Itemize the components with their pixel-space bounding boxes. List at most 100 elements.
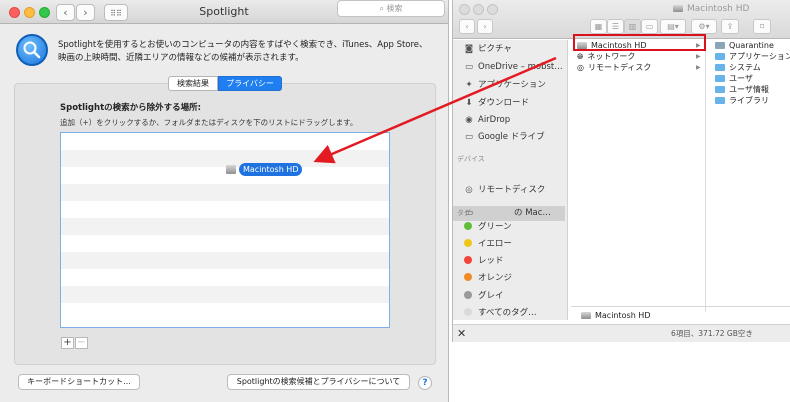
close-icon[interactable]: ✕ — [457, 325, 466, 343]
download-icon: ⬇ — [465, 98, 473, 108]
list-stripe — [61, 286, 389, 303]
highlight-box — [573, 34, 706, 51]
sidebar-item-label: ダウンロード — [478, 98, 530, 108]
excluded-locations-list[interactable]: Macintosh HD — [60, 132, 390, 328]
tags-button[interactable]: ⌑ — [753, 19, 771, 34]
sidebar-item-google-drive[interactable]: ▭ Google ドライブ — [464, 130, 545, 145]
sidebar-item-label: リモートディスク — [478, 185, 546, 195]
disc-icon: ◎ — [577, 63, 584, 72]
back-button[interactable]: ‹ — [459, 19, 475, 34]
applications-icon: ✦ — [465, 80, 473, 90]
sidebar-item-label: すべてのタグ… — [478, 308, 537, 318]
tag-color-dot — [464, 256, 472, 264]
sidebar-item-remote-disc[interactable]: ◎ リモートディスク — [464, 183, 545, 198]
status-text: 6項目、371.72 GB空き — [671, 329, 753, 338]
column-item-label: Quarantine — [729, 41, 774, 50]
column-view-icon: ▥ — [628, 22, 637, 31]
tab-search-results[interactable]: 検索結果 — [168, 76, 218, 91]
sidebar-item-label: Google ドライブ — [478, 132, 545, 142]
search-field[interactable]: ⌕ 検索 — [337, 0, 445, 17]
sidebar-item-label: の Mac… — [514, 208, 551, 218]
finder-column-root: Macintosh HD ▶ 🌐︎ ネットワーク ▶ ◎ リモートディスク ▶ — [569, 40, 706, 312]
tab-privacy[interactable]: プライバシー — [218, 76, 282, 91]
sidebar-item-label: イエロー — [478, 239, 512, 249]
sidebar-item-label: ピクチャ — [478, 44, 512, 54]
keyboard-shortcuts-button[interactable]: キーボードショートカット... — [18, 374, 140, 390]
share-button[interactable]: ⇪ — [721, 19, 739, 34]
list-view-button[interactable]: ☰ — [607, 19, 624, 34]
finder-title-label: Macintosh HD — [687, 4, 750, 14]
forward-button[interactable]: › — [477, 19, 493, 34]
sidebar-all-tags[interactable]: すべてのタグ… — [464, 306, 537, 321]
share-icon: ⇪ — [726, 22, 734, 31]
folder-icon — [715, 53, 725, 60]
close-button[interactable] — [459, 4, 470, 15]
tag-icon: ⌑ — [759, 22, 765, 31]
camera-icon: ◙ — [464, 44, 474, 54]
minimize-button[interactable] — [473, 4, 484, 15]
sidebar-item-onedrive[interactable]: ▭ OneDrive – mobst… — [464, 60, 563, 75]
finder-column-contents: Quarantine アプリケーション システム ユーザ ユーザ情報 ライブラリ — [707, 40, 790, 312]
disc-icon: ◎ — [465, 185, 473, 195]
list-stripe — [61, 150, 389, 167]
group-button[interactable]: ▤▾ — [660, 19, 686, 34]
icon-view-button[interactable]: ▦ — [590, 19, 607, 34]
hard-disk-icon — [673, 5, 683, 12]
column-item-label: ネットワーク — [587, 52, 636, 61]
icon-view-icon: ▦ — [594, 22, 603, 31]
path-bar-label[interactable]: Macintosh HD — [595, 311, 650, 320]
tags-heading: タグ — [457, 209, 471, 217]
spotlight-description: Spotlightを使用するとお使いのコンピュータの内容をすばやく検索でき、iT… — [58, 40, 428, 63]
finder-window: Macintosh HD ‹ › ▦ ☰ ▥ ▭ ▤▾ ⚙▾ ⇪ ⌑ ◙ ピクチャ… — [452, 0, 790, 342]
chevron-right-icon: › — [483, 22, 487, 31]
spotlight-titlebar: ‹ › ⠿⠿ Spotlight ⌕ 検索 — [0, 0, 448, 24]
folder-icon — [715, 97, 725, 104]
sidebar-item-label: レッド — [478, 256, 504, 266]
finder-sidebar: ◙ ピクチャ ▭ OneDrive – mobst… ✦ アプリケーション ⬇ ダウンロ… — [453, 40, 568, 320]
sidebar-item-applications[interactable]: ✦ アプリケーション — [464, 78, 545, 93]
sidebar-tag-yellow[interactable]: イエロー — [464, 237, 512, 252]
globe-icon: 🌐︎ — [577, 52, 584, 61]
sidebar-tag-red[interactable]: レッド — [464, 254, 504, 269]
column-item-remote-disc[interactable]: ◎ リモートディスク — [577, 62, 651, 74]
sidebar-tag-green[interactable]: グリーン — [464, 220, 512, 235]
add-button[interactable]: + — [61, 337, 74, 349]
action-button[interactable]: ⚙▾ — [691, 19, 717, 34]
column-item-library[interactable]: ライブラリ — [715, 95, 769, 107]
tag-color-dot — [464, 308, 472, 316]
folder-icon — [715, 42, 725, 49]
column-item-label: ユーザ — [729, 74, 753, 83]
spotlight-window: ‹ › ⠿⠿ Spotlight ⌕ 検索 Spotlightを使用するとお使い… — [0, 0, 449, 402]
sidebar-item-label: オレンジ — [478, 273, 513, 283]
remove-button[interactable]: − — [75, 337, 88, 349]
gear-icon: ⚙▾ — [698, 22, 710, 31]
finder-title: Macintosh HD — [673, 4, 749, 14]
sidebar-item-airdrop[interactable]: ◉ AirDrop — [464, 113, 510, 128]
help-button[interactable]: ? — [418, 376, 432, 390]
gallery-view-button[interactable]: ▭ — [641, 19, 658, 34]
sidebar-item-label: AirDrop — [478, 115, 511, 125]
sidebar-tag-orange[interactable]: オレンジ — [464, 271, 512, 286]
path-bar: Macintosh HD — [571, 306, 790, 324]
spotlight-icon — [16, 34, 48, 66]
status-bar: ✕ 6項目、371.72 GB空き — [453, 324, 790, 342]
airdrop-icon: ◉ — [465, 115, 473, 125]
sidebar-item-downloads[interactable]: ⬇ ダウンロード — [464, 96, 529, 111]
sidebar-item-pictures[interactable]: ◙ ピクチャ — [464, 42, 512, 57]
search-placeholder: 検索 — [386, 4, 403, 13]
zoom-button[interactable] — [487, 4, 498, 15]
tag-color-dot — [464, 291, 472, 299]
folder-icon — [715, 86, 725, 93]
search-icon: ⌕ — [379, 4, 384, 13]
sidebar-tag-gray[interactable]: グレイ — [464, 289, 504, 304]
sidebar-item-label: グレイ — [478, 291, 504, 301]
sidebar-item-mac[interactable]: ▭ の Mac… — [464, 206, 551, 221]
about-spotlight-privacy-button[interactable]: Spotlightの検索候補とプライバシーについて — [227, 374, 410, 390]
tag-color-dot — [464, 222, 472, 230]
column-item-label: システム — [729, 63, 761, 72]
privacy-help-text: 追加（+）をクリックするか、フォルダまたはディスクを下のリストにドラッグします。 — [60, 118, 358, 127]
gallery-view-icon: ▭ — [645, 22, 654, 31]
sidebar-item-label: グリーン — [478, 222, 512, 232]
column-view-button[interactable]: ▥ — [624, 19, 641, 34]
devices-heading: デバイス — [457, 155, 485, 163]
